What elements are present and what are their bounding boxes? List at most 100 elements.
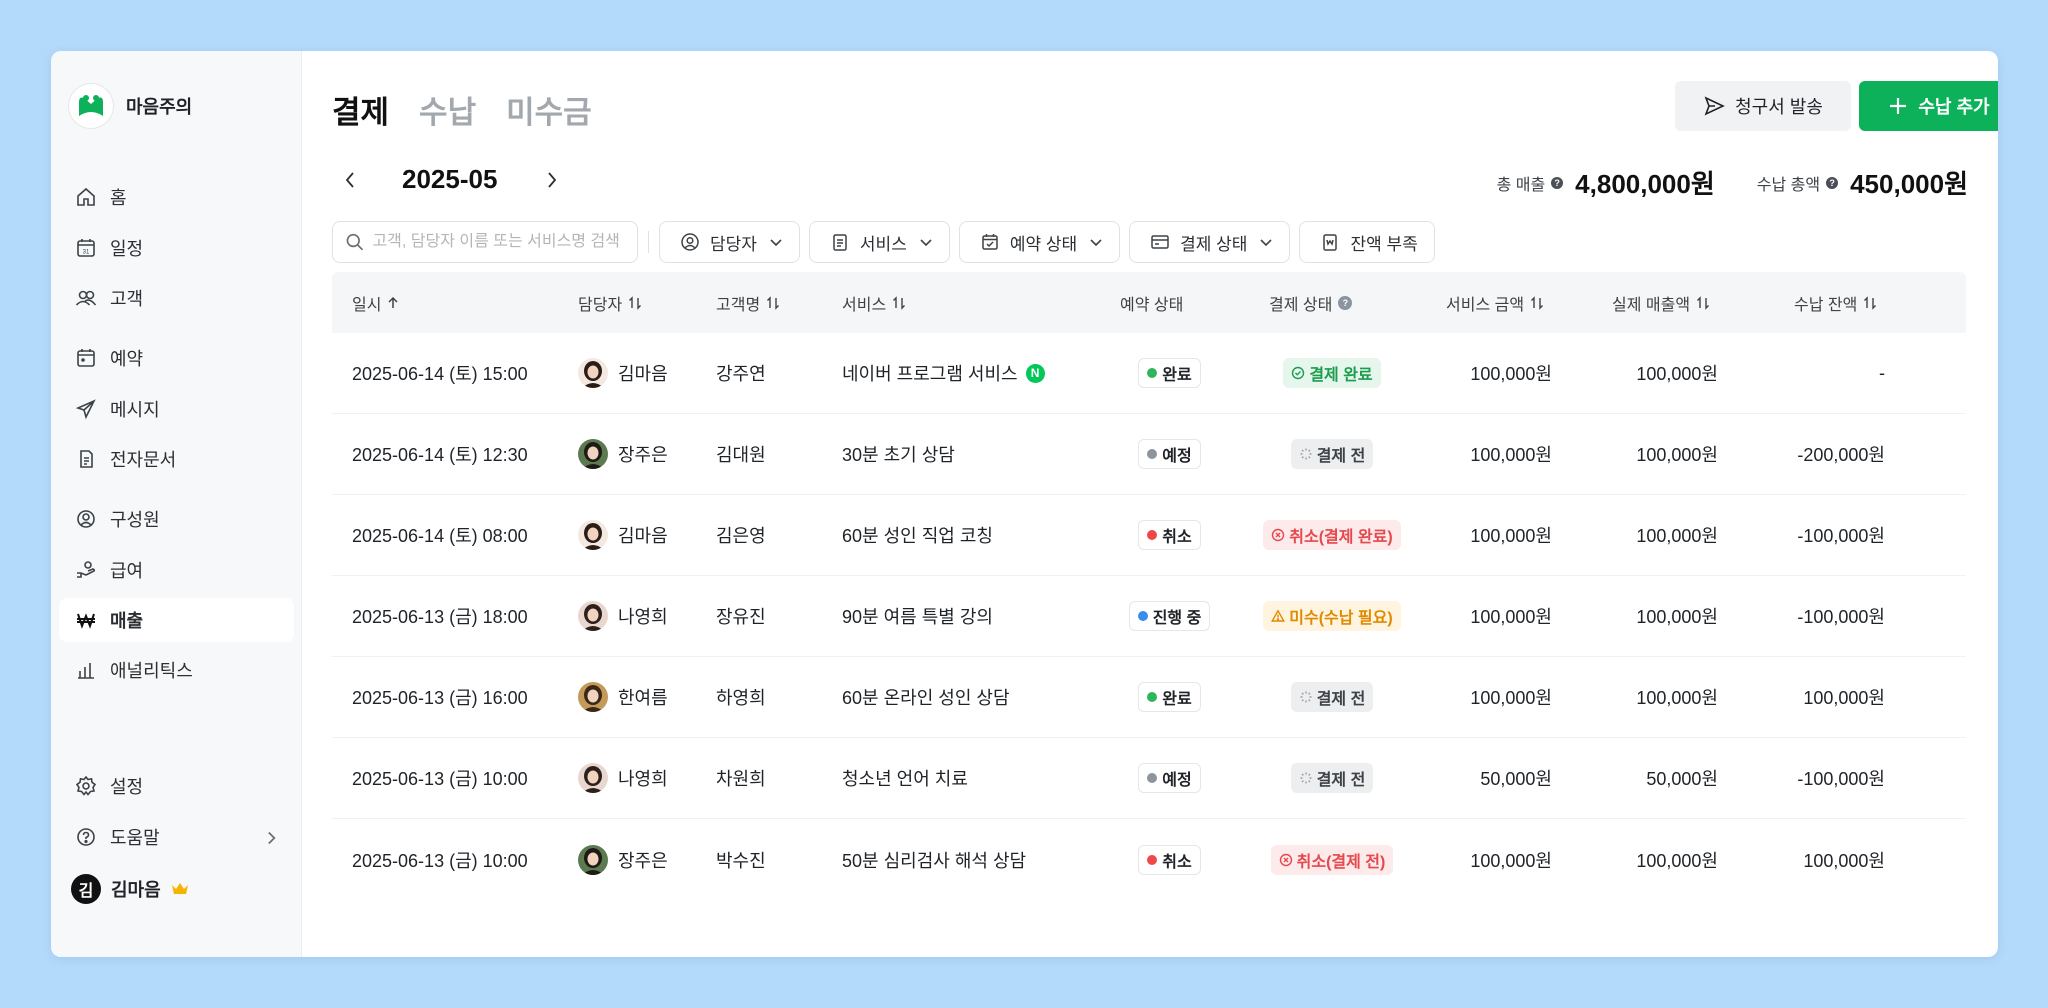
cell-datetime: 2025-06-13 (금) 10:00 [352,769,528,789]
tab-collections[interactable]: 수납 [419,87,476,132]
cell-customer[interactable]: 김대원 [716,414,766,494]
reservation-badge: 예정 [1138,763,1201,793]
info-icon[interactable]: ? [1826,176,1839,189]
sidebar-item-reservations[interactable]: 예약 [59,336,294,380]
payment-status-badge[interactable]: 결제 전 [1290,439,1374,469]
cell-service-amount: 100,000원 [1470,850,1552,871]
column-staff[interactable]: 담당자 [578,272,642,333]
cell-service: 50분 심리검사 해석 상담 [842,850,1027,871]
prev-month-icon[interactable] [342,170,360,190]
current-user[interactable]: 김 김마음 [71,874,189,904]
send-invoice-button[interactable]: 청구서 발송 [1675,81,1851,131]
status-dot [1147,530,1158,540]
cell-actual-sales: 50,000원 [1646,769,1718,789]
table-row[interactable]: 2025-06-14 (토) 12:30 장주은 김대원 30분 초기 상담 예… [332,414,1966,495]
column-reservation-status: 예약 상태 [1120,296,1184,314]
sidebar-item-label: 설정 [110,777,144,797]
sidebar-item-home[interactable]: 홈 [59,175,294,219]
sidebar-item-label: 일정 [110,239,144,259]
brand-name: 마음주의 [126,97,193,117]
loading-icon [1299,447,1313,461]
payment-status-badge[interactable]: 결제 전 [1290,763,1374,793]
search-icon [346,233,364,251]
info-icon[interactable]: ? [1551,176,1564,189]
tab-receivables[interactable]: 미수금 [506,87,592,132]
column-actual-sales[interactable]: 실제 매출액 [1612,272,1710,333]
payment-status-badge[interactable]: 취소(결제 완료) [1263,520,1401,550]
cell-service-amount: 100,000원 [1470,688,1552,708]
table-row[interactable]: 2025-06-14 (토) 15:00 김마음 강주연 네이버 프로그램 서비… [332,333,1966,414]
payment-status-badge[interactable]: 결제 완료 [1283,358,1381,388]
warning-icon [1271,609,1286,623]
add-collection-button[interactable]: 수납 추가 [1859,81,1998,131]
sidebar-item-messages[interactable]: 메시지 [59,387,294,431]
table-row[interactable]: 2025-06-13 (금) 10:00 나영희 차원희 청소년 언어 치료 예… [332,738,1966,819]
next-month-icon[interactable] [542,170,560,190]
table-row[interactable]: 2025-06-13 (금) 10:00 장주은 박수진 50분 심리검사 해석… [332,819,1966,900]
sidebar-item-documents[interactable]: 전자문서 [59,437,294,481]
table-header: 일시 담당자 고객명 서비스 예약 상태 결제 상태? 서비스 금액 실제 매출… [332,272,1966,333]
payment-status-badge[interactable]: 결제 전 [1290,682,1374,712]
column-service[interactable]: 서비스 [842,272,906,333]
cell-service: 60분 온라인 성인 상담 [842,688,1010,708]
filter-staff[interactable]: 담당자 [659,221,800,263]
cell-balance: -100,000원 [1797,607,1885,627]
cell-reservation-status: 완료 [1092,657,1247,737]
sidebar-item-sales[interactable]: 매출 [59,598,294,642]
sidebar-item-members[interactable]: 구성원 [59,497,294,541]
sidebar-item-salary[interactable]: 급여 [59,548,294,592]
cell-customer[interactable]: 박수진 [716,819,766,900]
sort-icon [1864,295,1877,310]
sidebar-item-schedule[interactable]: 31 일정 [59,226,294,270]
plus-icon [1890,98,1907,114]
cell-customer[interactable]: 장유진 [716,576,766,656]
table-row[interactable]: 2025-06-13 (금) 16:00 한여름 하영희 60분 온라인 성인 … [332,657,1966,738]
wallet-icon [1323,234,1338,251]
sidebar-item-analytics[interactable]: 애널리틱스 [59,648,294,692]
brand[interactable]: 마음주의 [68,83,192,129]
cell-datetime: 2025-06-14 (토) 15:00 [352,364,528,384]
column-customer[interactable]: 고객명 [716,272,780,333]
search-box[interactable] [332,221,638,263]
cell-service-amount: 100,000원 [1470,526,1552,546]
cell-customer[interactable]: 차원희 [716,738,766,818]
filter-payment-status[interactable]: 결제 상태 [1129,221,1291,263]
add-collection-label: 수납 추가 [1918,97,1990,117]
cell-actual-sales: 100,000원 [1636,364,1718,384]
filter-service[interactable]: 서비스 [808,221,950,263]
cell-customer[interactable]: 하영희 [716,657,766,737]
filter-reservation-status[interactable]: 예약 상태 [958,221,1121,263]
info-icon[interactable]: ? [1338,295,1353,310]
sidebar-item-settings[interactable]: 설정 [59,764,294,808]
filter-low-balance[interactable]: 잔액 부족 [1299,221,1435,263]
sidebar-item-customers[interactable]: 고객 [59,276,294,320]
chevron-down-icon [1090,239,1102,247]
payment-status-badge[interactable]: 취소(결제 전) [1270,844,1394,875]
column-service-amount[interactable]: 서비스 금액 [1446,272,1544,333]
cell-actual-sales: 100,000원 [1636,445,1718,465]
cell-customer[interactable]: 김은영 [716,495,766,575]
cell-customer[interactable]: 강주연 [716,333,766,413]
column-datetime[interactable]: 일시 [352,272,399,333]
cell-actual-sales: 100,000원 [1636,607,1718,627]
send-invoice-label: 청구서 발송 [1735,97,1823,117]
sidebar-item-help[interactable]: 도움말 [59,815,294,859]
filter-divider [648,231,649,253]
staff-avatar [578,358,608,388]
cell-balance: 100,000원 [1803,688,1885,708]
month-navigator: 2025-05 [342,164,560,195]
status-dot [1147,449,1158,459]
cell-reservation-status: 취소 [1092,819,1247,900]
cell-service: 청소년 언어 치료 [842,769,968,789]
table-row[interactable]: 2025-06-13 (금) 18:00 나영희 장유진 90분 여름 특별 강… [332,576,1966,657]
sidebar-item-label: 구성원 [110,510,160,530]
table-row[interactable]: 2025-06-14 (토) 08:00 김마음 김은영 60분 성인 직업 코… [332,495,1966,576]
table-body: 2025-06-14 (토) 15:00 김마음 강주연 네이버 프로그램 서비… [332,333,1966,900]
status-dot [1147,773,1158,783]
column-balance[interactable]: 수납 잔액 [1794,272,1877,333]
payment-status-badge[interactable]: 미수(수납 필요) [1263,601,1401,631]
sidebar-item-label: 매출 [110,611,144,631]
tab-payments[interactable]: 결제 [332,87,389,132]
analytics-icon [78,663,94,679]
search-input[interactable] [372,233,625,251]
